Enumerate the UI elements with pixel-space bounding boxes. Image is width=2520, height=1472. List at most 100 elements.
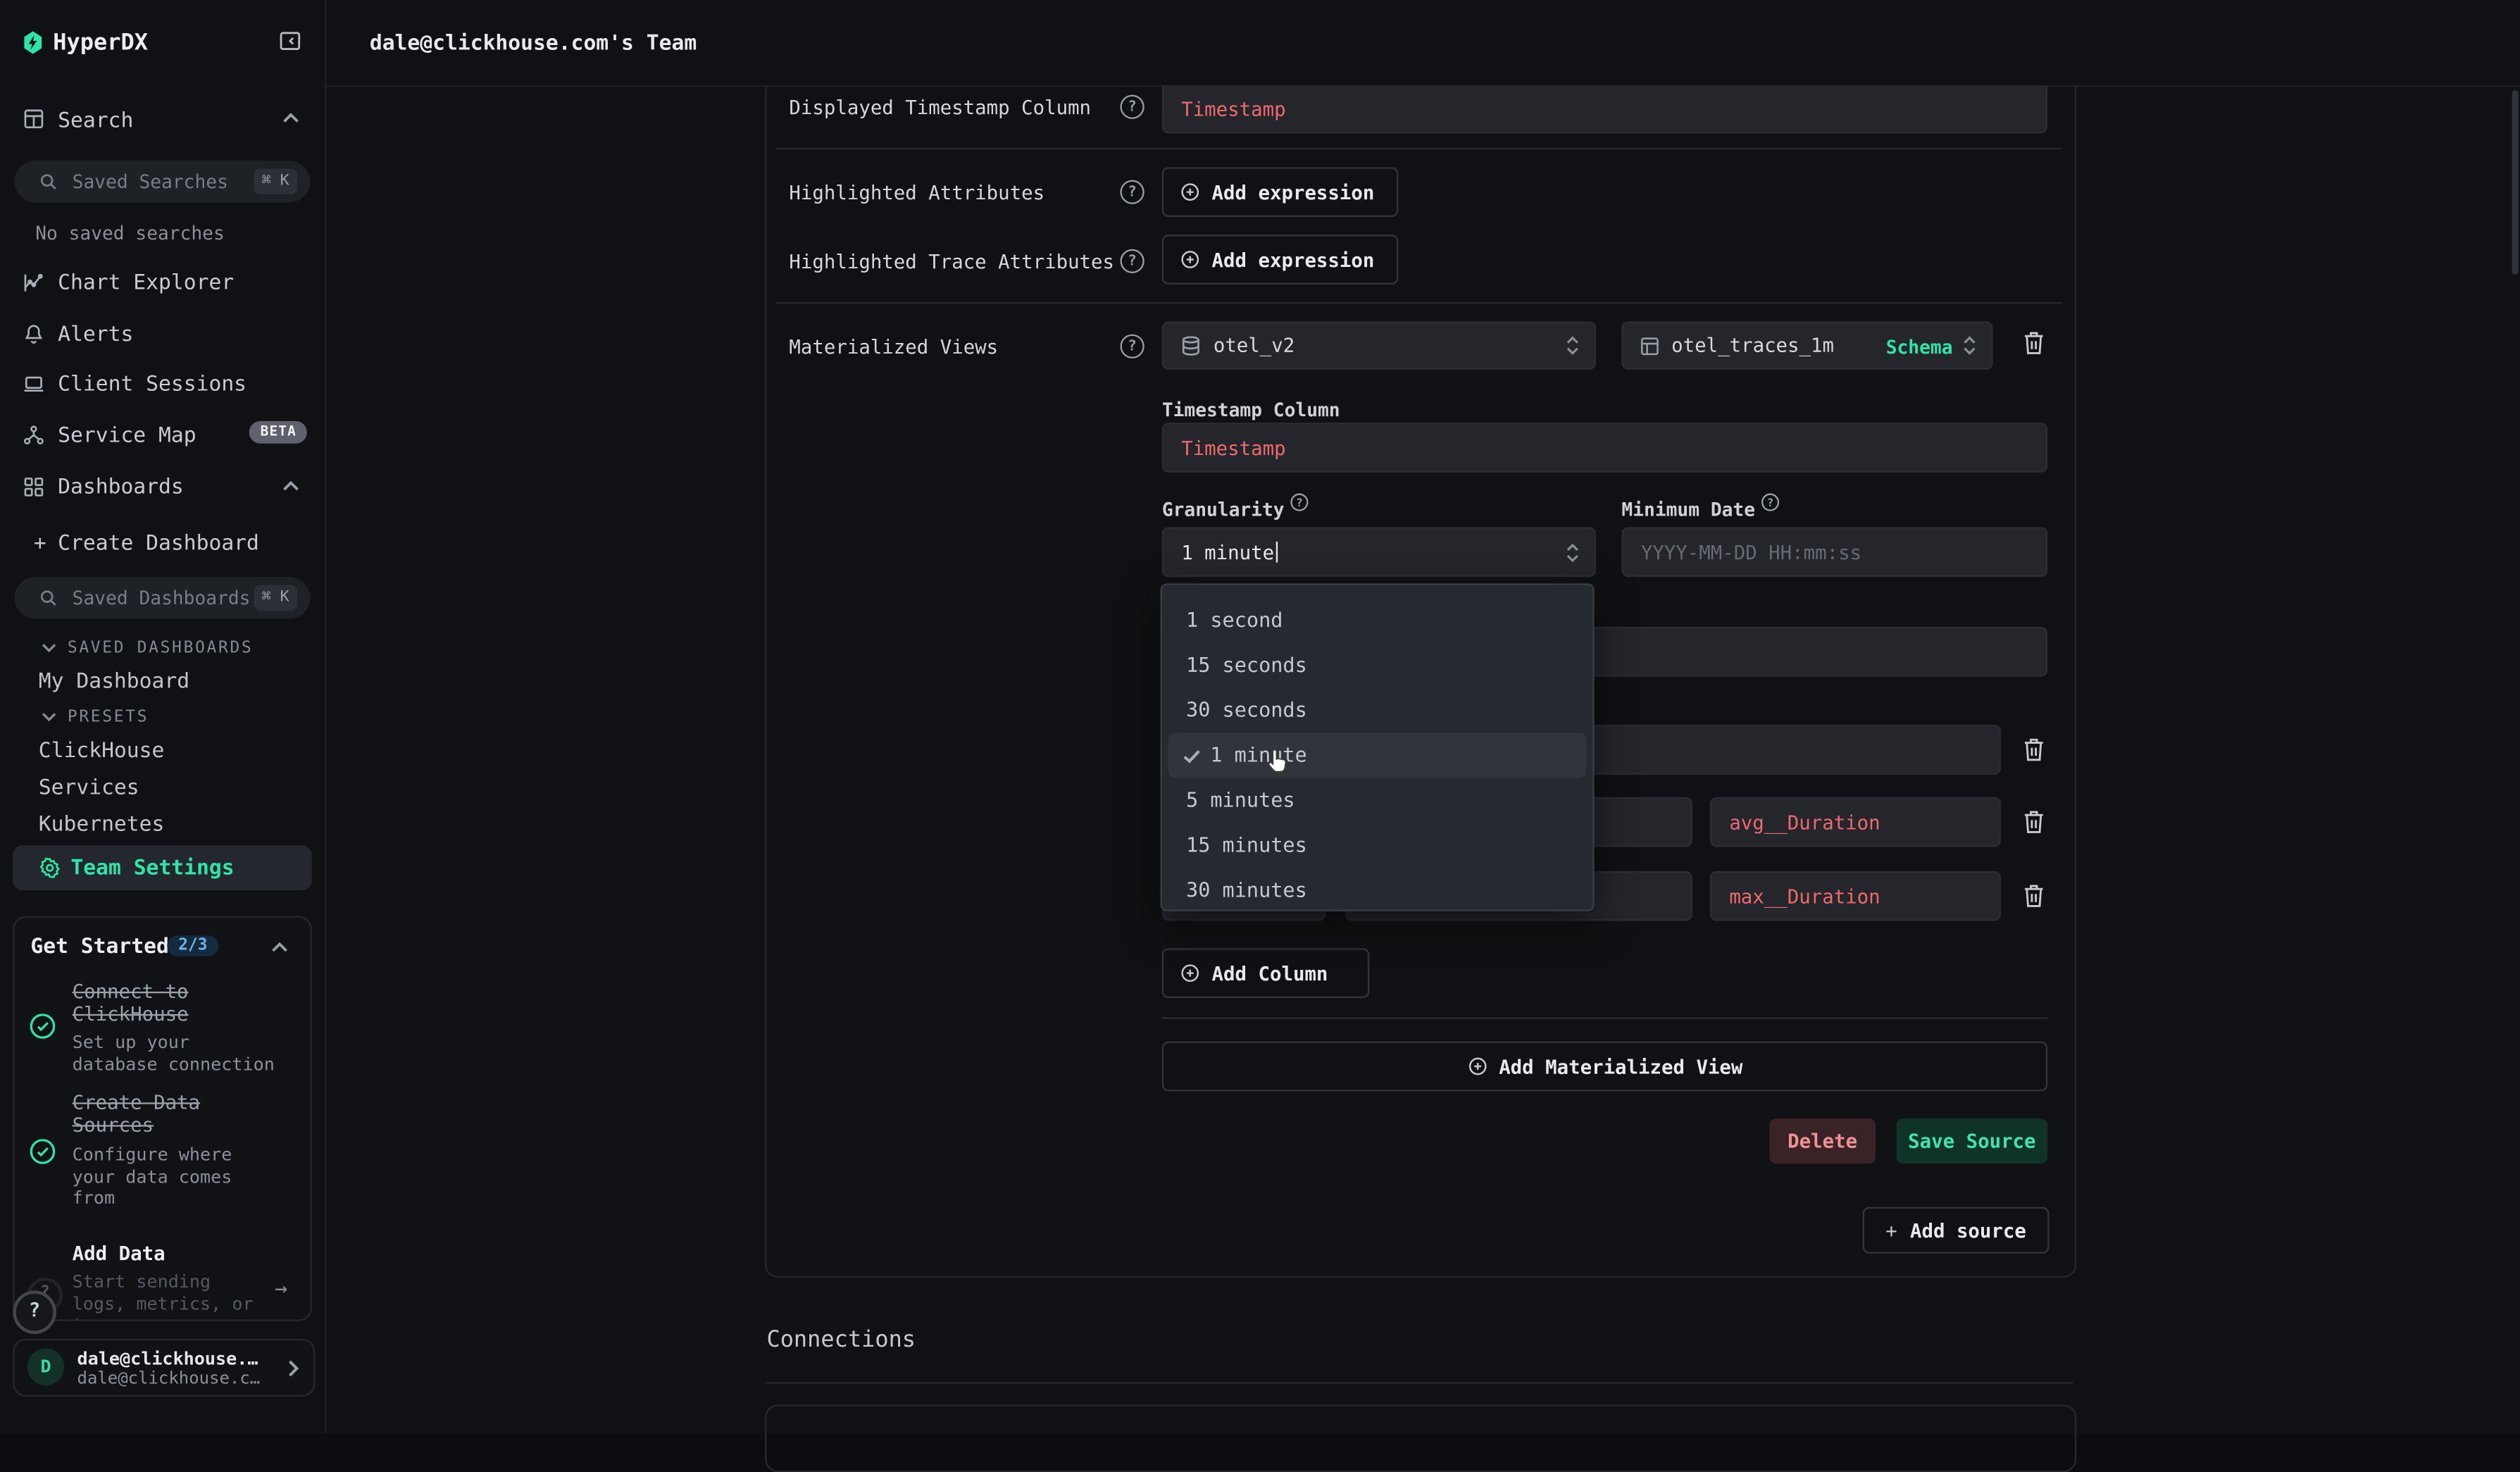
add-source-label: Add source bbox=[1910, 1219, 2026, 1242]
table-select[interactable]: otel_traces_1m Schema bbox=[1621, 321, 1992, 369]
schema-link[interactable]: Schema bbox=[1886, 336, 1953, 358]
check-circle-icon bbox=[29, 1013, 56, 1040]
user-name: dale@clickhouse.… bbox=[77, 1349, 258, 1370]
add-expression-button[interactable]: Add expression bbox=[1162, 167, 1398, 217]
displayed-timestamp-value: Timestamp bbox=[1181, 97, 1285, 120]
sidebar-item-team-settings[interactable]: Team Settings bbox=[13, 845, 311, 890]
divider bbox=[776, 148, 2062, 149]
collapse-sidebar-icon[interactable] bbox=[278, 29, 302, 53]
connections-card bbox=[765, 1404, 2076, 1472]
arrow-right-icon: → bbox=[275, 1278, 287, 1302]
sidebar-item-alerts[interactable]: Alerts bbox=[58, 323, 133, 347]
saved-dashboards-input[interactable]: Saved Dashboards ⌘ K bbox=[15, 577, 311, 618]
get-started-item-title[interactable]: Add Data bbox=[73, 1244, 285, 1266]
sidebar-item-search[interactable]: Search bbox=[58, 109, 133, 133]
dropdown-option-label: 1 minute bbox=[1210, 733, 1306, 778]
chevron-up-icon[interactable] bbox=[283, 113, 299, 124]
help-icon[interactable]: ? bbox=[1120, 249, 1144, 273]
dropdown-option[interactable]: 15 seconds bbox=[1162, 643, 1593, 688]
column-alias-input[interactable]: avg__Duration bbox=[1710, 797, 2001, 847]
save-source-button[interactable]: Save Source bbox=[1897, 1118, 2047, 1164]
add-source-button[interactable]: + Add source bbox=[1863, 1207, 2050, 1254]
help-icon[interactable]: ? bbox=[1120, 95, 1144, 119]
chevron-up-icon[interactable] bbox=[283, 480, 299, 492]
dashboards-icon bbox=[23, 475, 45, 498]
user-email: dale@clickhouse.c… bbox=[77, 1369, 261, 1388]
mouse-cursor-icon bbox=[1264, 746, 1290, 776]
info-icon[interactable]: ? bbox=[1290, 494, 1308, 511]
add-column-label: Add Column bbox=[1212, 962, 1328, 985]
timestamp-column-input[interactable]: Timestamp bbox=[1162, 423, 2047, 473]
chevron-down-icon[interactable] bbox=[42, 643, 56, 653]
beta-badge: BETA bbox=[249, 421, 308, 444]
shortcut-badge: ⌘ K bbox=[254, 585, 297, 611]
saved-dashboards-header: SAVED DASHBOARDS bbox=[68, 640, 254, 657]
scrollbar[interactable] bbox=[2512, 90, 2519, 275]
text-caret bbox=[1275, 541, 1277, 562]
info-icon[interactable]: ? bbox=[1761, 494, 1779, 511]
avatar: D bbox=[27, 1349, 64, 1385]
sidebar-item-my-dashboard[interactable]: My Dashboard bbox=[39, 670, 189, 694]
presets-header: PRESETS bbox=[68, 709, 149, 726]
delete-column-icon[interactable] bbox=[2022, 736, 2046, 763]
sidebar-item-services[interactable]: Services bbox=[39, 776, 139, 800]
displayed-timestamp-column-input[interactable]: Timestamp bbox=[1162, 85, 2047, 133]
sidebar-item-chart-explorer[interactable]: Chart Explorer bbox=[58, 272, 234, 296]
progress-badge: 2/3 bbox=[167, 935, 218, 956]
user-profile-card[interactable]: D dale@clickhouse.… dale@clickhouse.c… bbox=[13, 1339, 315, 1397]
add-expression-button[interactable]: Add expression bbox=[1162, 235, 1398, 285]
divider bbox=[1162, 1017, 2047, 1018]
plus-circle-icon bbox=[1180, 963, 1201, 984]
granularity-select[interactable]: 1 minute bbox=[1162, 527, 1596, 577]
sidebar-item-client-sessions[interactable]: Client Sessions bbox=[58, 373, 247, 397]
minimum-date-input[interactable]: YYYY-MM-DD HH:mm:ss bbox=[1621, 527, 2047, 577]
search-icon bbox=[39, 172, 58, 191]
saved-searches-input[interactable]: Saved Searches ⌘ K bbox=[15, 161, 311, 202]
materialized-view-select[interactable]: otel_v2 bbox=[1162, 321, 1596, 369]
dropdown-option[interactable]: 1 second bbox=[1162, 598, 1593, 643]
add-materialized-view-button[interactable]: Add Materialized View bbox=[1162, 1042, 2047, 1092]
sidebar-item-kubernetes[interactable]: Kubernetes bbox=[39, 813, 165, 837]
help-icon[interactable]: ? bbox=[1120, 335, 1144, 358]
shortcut-badge: ⌘ K bbox=[254, 169, 297, 195]
chevron-down-icon[interactable] bbox=[42, 712, 56, 722]
sidebar-item-service-map[interactable]: Service Map bbox=[58, 424, 196, 448]
plus-circle-icon bbox=[1180, 182, 1201, 203]
plus-icon: + bbox=[34, 532, 46, 556]
get-started-card: Get Started 2/3 Connect to ClickHouse Se… bbox=[13, 916, 311, 1321]
get-started-item-title[interactable]: Connect to ClickHouse bbox=[73, 982, 285, 1025]
table-select-value: otel_traces_1m bbox=[1671, 335, 1834, 357]
add-column-button[interactable]: Add Column bbox=[1162, 948, 1369, 998]
get-started-item-subtitle: Set up your database connection bbox=[73, 1032, 282, 1075]
add-materialized-view-label: Add Materialized View bbox=[1499, 1055, 1742, 1078]
get-started-item-title[interactable]: Create Data Sources bbox=[73, 1093, 285, 1137]
delete-button[interactable]: Delete bbox=[1769, 1118, 1876, 1164]
app-title: HyperDX bbox=[53, 30, 148, 56]
delete-column-icon[interactable] bbox=[2022, 809, 2046, 836]
dropdown-option[interactable]: 5 minutes bbox=[1162, 778, 1593, 823]
search-section-icon bbox=[23, 108, 45, 130]
delete-column-icon[interactable] bbox=[2022, 882, 2046, 910]
chevron-up-icon[interactable] bbox=[272, 942, 288, 953]
minimum-date-placeholder: YYYY-MM-DD HH:mm:ss bbox=[1641, 541, 1861, 563]
help-icon[interactable]: ? bbox=[1120, 180, 1144, 204]
hyperdx-logo-icon bbox=[23, 29, 44, 56]
column-alias-input[interactable]: max__Duration bbox=[1710, 871, 2001, 921]
help-button[interactable]: ? bbox=[13, 1290, 56, 1334]
get-started-item-subtitle: Configure where your data comes from bbox=[73, 1144, 282, 1209]
dropdown-option-selected[interactable]: 1 minute bbox=[1168, 733, 1586, 778]
granularity-dropdown: 1 second 15 seconds 30 seconds 1 minute … bbox=[1161, 583, 1595, 911]
sidebar-item-clickhouse[interactable]: ClickHouse bbox=[39, 740, 165, 763]
saved-searches-placeholder: Saved Searches bbox=[73, 170, 228, 193]
delete-materialized-view-icon[interactable] bbox=[2022, 330, 2046, 357]
timestamp-column-value: Timestamp bbox=[1181, 437, 1285, 459]
dropdown-option[interactable]: 30 seconds bbox=[1162, 688, 1593, 733]
timestamp-column-label: Timestamp Column bbox=[1162, 399, 1340, 421]
sidebar-item-dashboards[interactable]: Dashboards bbox=[58, 475, 184, 499]
select-chevrons-icon bbox=[1566, 541, 1580, 563]
hyperdx-app: HyperDX Search Saved Searches ⌘ K No sav… bbox=[0, 0, 2520, 1433]
create-dashboard-button[interactable]: Create Dashboard bbox=[58, 532, 259, 556]
dropdown-option[interactable]: 30 minutes bbox=[1162, 868, 1593, 913]
add-expression-label: Add expression bbox=[1212, 181, 1375, 204]
dropdown-option[interactable]: 15 minutes bbox=[1162, 823, 1593, 868]
